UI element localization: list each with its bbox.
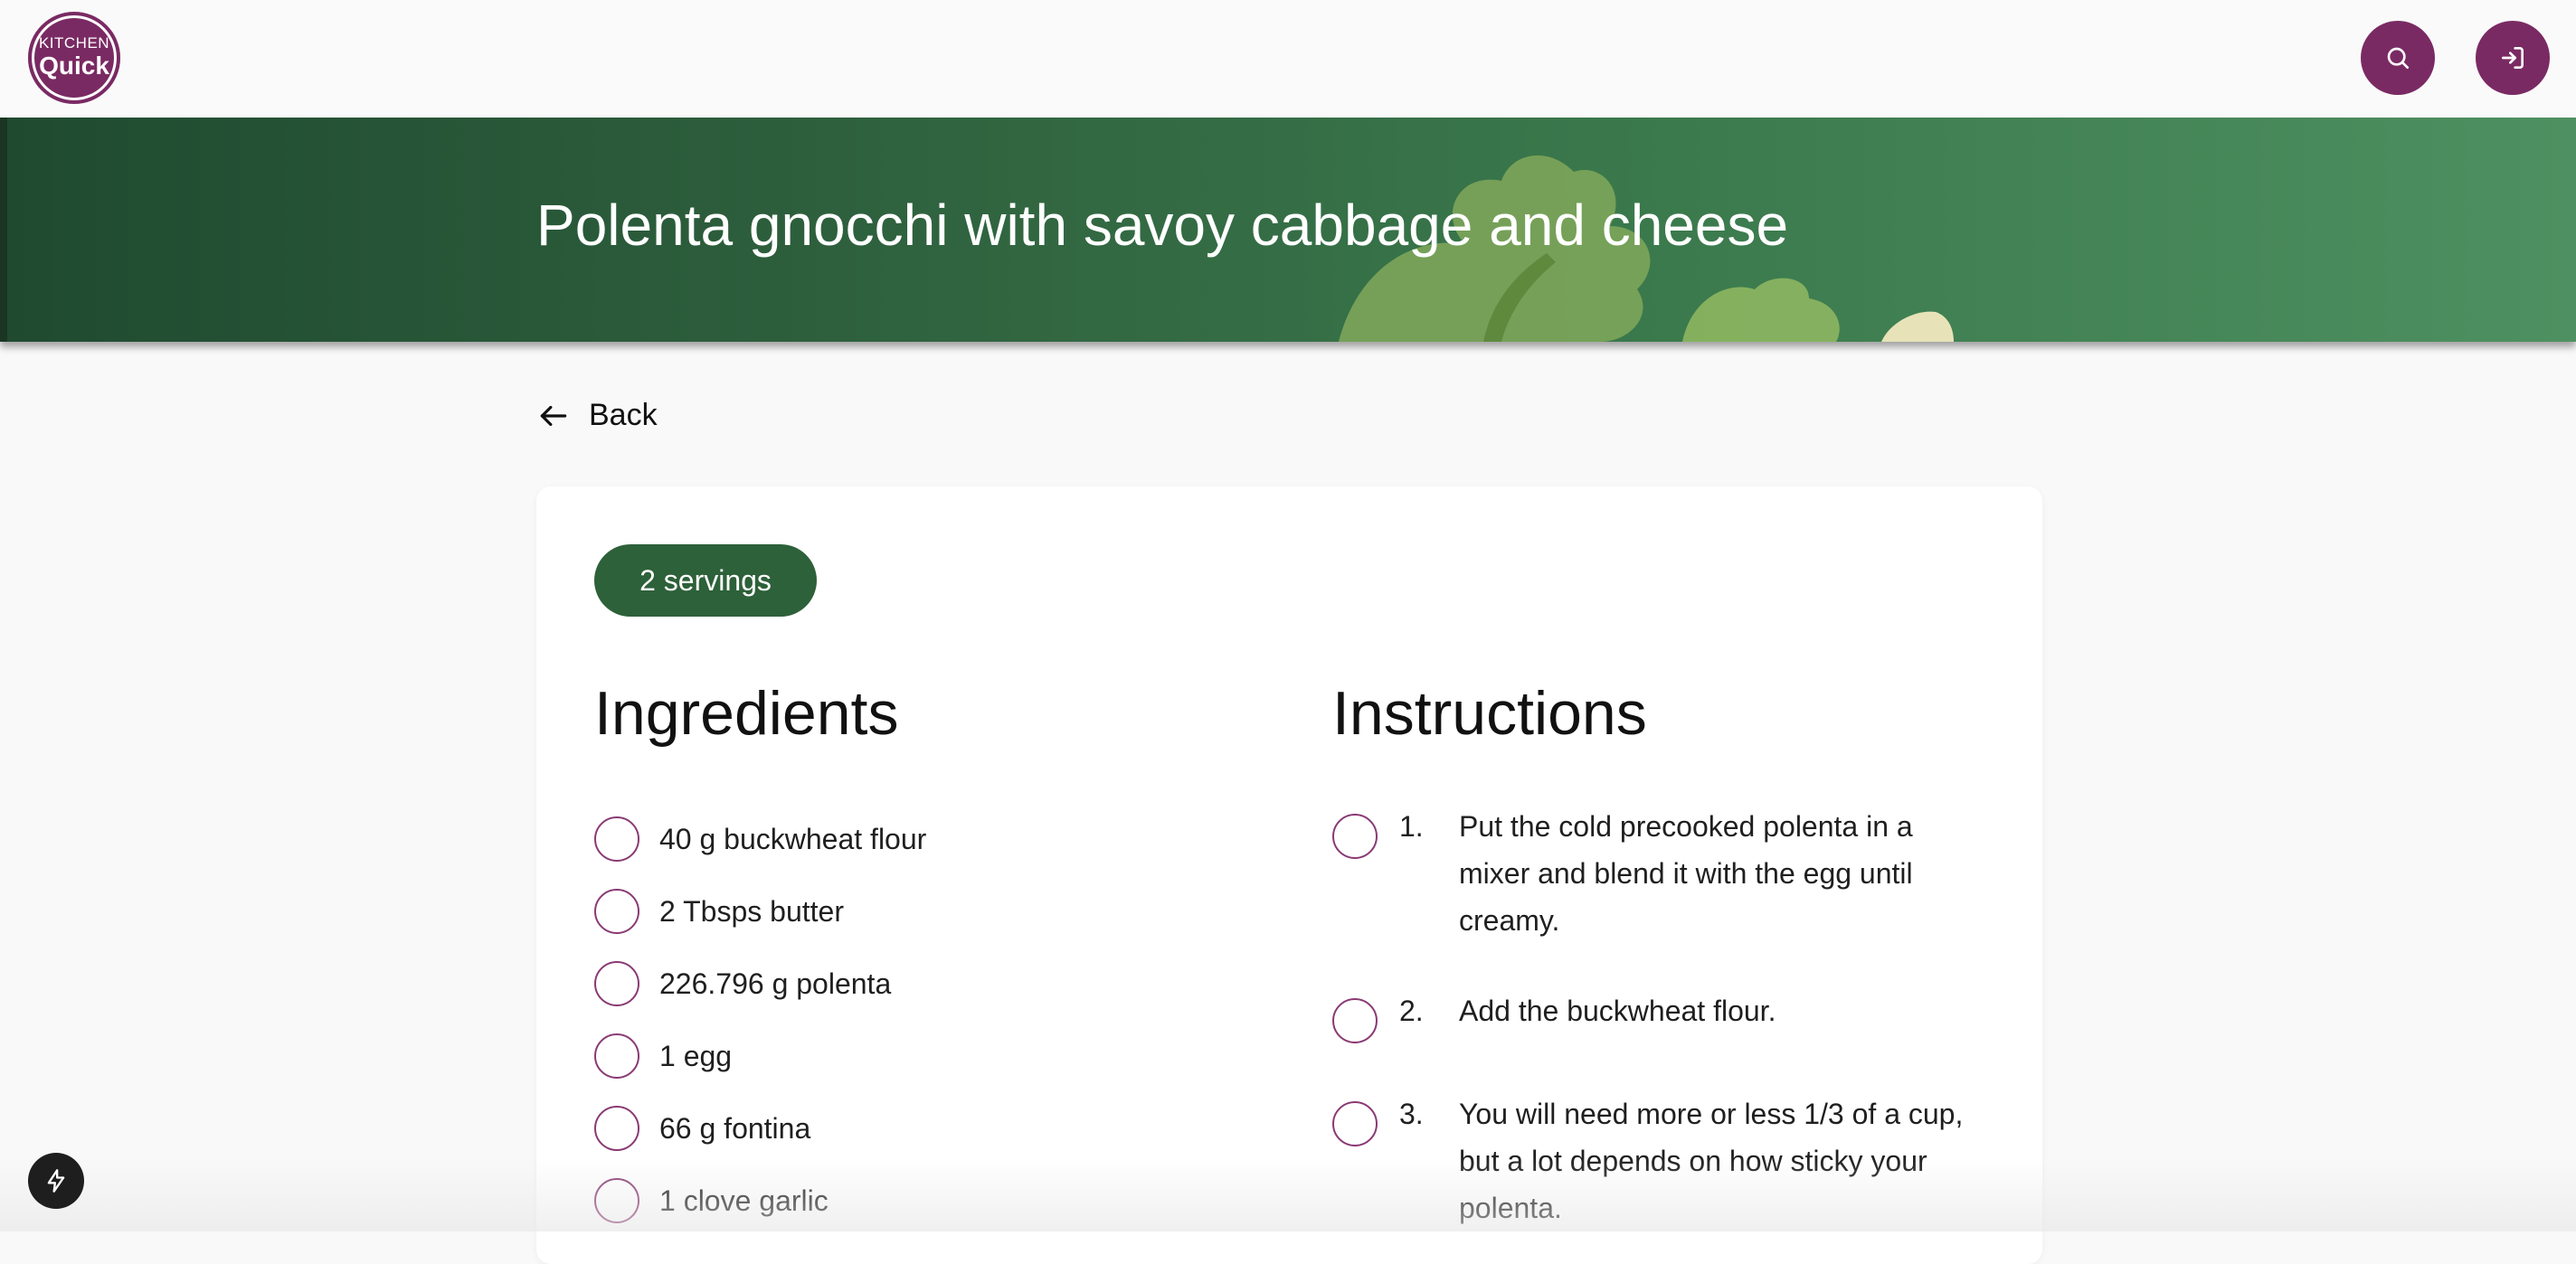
ingredient-checkbox[interactable] (594, 961, 639, 1006)
step-number: 3. (1399, 1098, 1424, 1130)
top-bar: KITCHEN Quick (0, 0, 2576, 118)
back-link[interactable]: Back (536, 398, 658, 433)
login-icon (2502, 47, 2524, 69)
logo-line-2: Quick (39, 52, 109, 80)
recipe-hero-banner: Polenta gnocchi with savoy cabbage and c… (0, 118, 2576, 342)
ingredients-heading: Ingredients (594, 679, 899, 748)
instruction-step[interactable]: 3. You will need more or less 1/3 of a c… (1332, 1090, 1984, 1231)
arrow-left-icon (540, 405, 567, 426)
step-checkbox[interactable] (1332, 1101, 1378, 1146)
quick-action-button[interactable] (28, 1153, 84, 1209)
ingredient-item[interactable]: 40 g buckwheat flour (594, 803, 926, 875)
step-text: You will need more or less 1/3 of a cup,… (1459, 1098, 1964, 1224)
lightning-icon (47, 1169, 65, 1193)
ingredient-item[interactable]: 2 Tbsps butter (594, 875, 926, 948)
ingredient-item[interactable]: 226.796 g polenta (594, 948, 926, 1020)
ingredient-checkbox[interactable] (594, 816, 639, 862)
ingredient-text: 1 clove garlic (659, 1184, 829, 1217)
ingredient-item[interactable]: 66 g fontina (594, 1092, 926, 1165)
ingredient-item[interactable]: 1 clove garlic (594, 1165, 926, 1237)
back-label: Back (589, 398, 658, 432)
ingredients-list: 40 g buckwheat flour 2 Tbsps butter 226.… (594, 803, 926, 1237)
step-number: 2. (1399, 995, 1424, 1027)
ingredient-checkbox[interactable] (594, 1178, 639, 1223)
hero-left-edge (0, 118, 7, 342)
recipe-card: 2 servings Ingredients 40 g buckwheat fl… (536, 486, 2042, 1264)
instructions-heading: Instructions (1332, 679, 1647, 748)
ingredient-text: 2 Tbsps butter (659, 894, 844, 928)
servings-button[interactable]: 2 servings (594, 544, 817, 617)
ingredient-text: 1 egg (659, 1039, 733, 1072)
recipe-title: Polenta gnocchi with savoy cabbage and c… (536, 193, 1789, 258)
instruction-step[interactable]: 1. Put the cold precooked polenta in a m… (1332, 803, 1984, 944)
login-button[interactable] (2476, 21, 2550, 95)
kitchen-quick-logo[interactable]: KITCHEN Quick (28, 12, 120, 104)
search-button[interactable] (2361, 21, 2435, 95)
instructions-list: 1. Put the cold precooked polenta in a m… (1332, 803, 1984, 1231)
ingredient-checkbox[interactable] (594, 889, 639, 934)
ingredient-checkbox[interactable] (594, 1033, 639, 1079)
search-icon (2387, 47, 2409, 69)
step-text: Put the cold precooked polenta in a mixe… (1459, 810, 1913, 937)
ingredient-text: 66 g fontina (659, 1111, 811, 1145)
step-checkbox[interactable] (1332, 998, 1378, 1043)
ingredient-item[interactable]: 1 egg (594, 1020, 926, 1092)
instruction-step[interactable]: 2. Add the buckwheat flour. (1332, 987, 1984, 1043)
step-text: Add the buckwheat flour. (1459, 995, 1776, 1027)
logo-line-1: KITCHEN (38, 34, 110, 52)
ingredient-checkbox[interactable] (594, 1106, 639, 1151)
ingredient-text: 40 g buckwheat flour (659, 822, 927, 855)
step-number: 1. (1399, 810, 1424, 843)
step-checkbox[interactable] (1332, 814, 1378, 859)
ingredient-text: 226.796 g polenta (659, 967, 892, 1000)
